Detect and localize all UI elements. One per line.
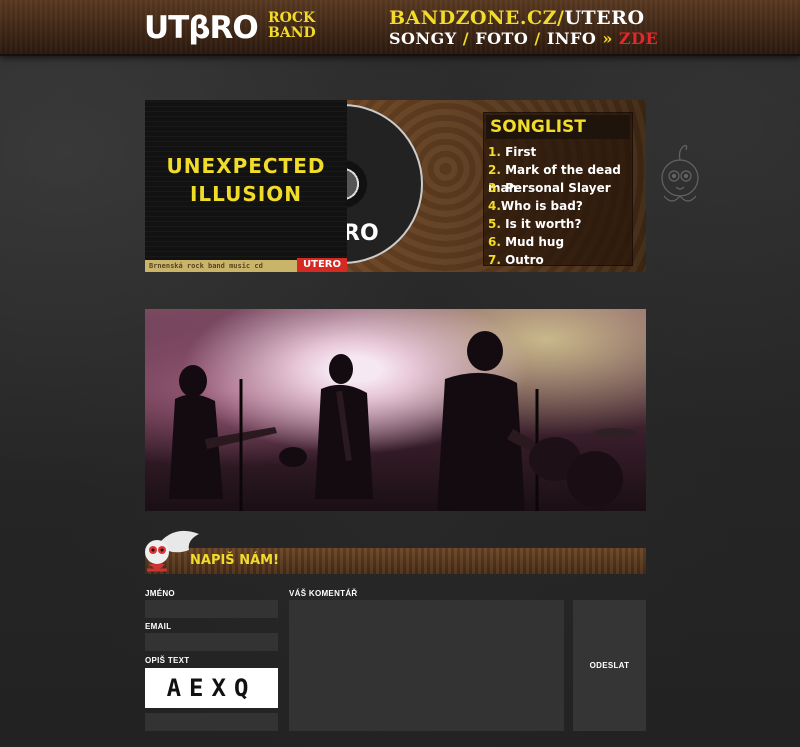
header-links: BANDZONE.CZ/UTERO SONGY / FOTO / INFO » … (389, 7, 658, 49)
song-item[interactable]: 3. Personal Slayer (484, 179, 632, 197)
song-number: 4. (488, 199, 501, 213)
logo-text: UTβRO (144, 10, 259, 46)
song-number: 5. (488, 217, 501, 231)
captcha-input[interactable] (145, 713, 278, 731)
nav-separator: / (462, 29, 470, 48)
site-header: UTβRO ROCK BAND BANDZONE.CZ/UTERO SONGY … (0, 0, 800, 56)
song-item[interactable]: 7. Outro (484, 251, 632, 269)
nav-foto[interactable]: FOTO (475, 29, 528, 48)
email-input[interactable] (145, 633, 278, 651)
captcha-text: AEXQ (166, 674, 257, 702)
song-title: Mud hug (505, 235, 565, 249)
logo-subtitle: ROCK BAND (268, 11, 328, 41)
song-number: 7. (488, 253, 501, 267)
name-label: JMÉNO (145, 589, 175, 598)
album-cover[interactable]: UNEXPECTED ILLUSION Brnenská rock band m… (145, 100, 347, 272)
bandzone-link-prefix: BANDZONE.CZ/ (389, 7, 565, 29)
album-cover-badge: UTERO (297, 258, 347, 272)
song-item[interactable]: 6. Mud hug (484, 233, 632, 251)
name-input[interactable] (145, 600, 278, 618)
songlist-title: SONGLIST (486, 115, 630, 139)
logo-subtitle-rock: ROCK (268, 10, 316, 26)
song-number: 2. (488, 163, 501, 177)
song-number: 6. (488, 235, 501, 249)
song-title: Personal Slayer (505, 181, 611, 195)
song-title: Outro (505, 253, 544, 267)
bandzone-link-suffix: UTERO (564, 7, 645, 29)
album-cover-title-line1: UNEXPECTED (166, 154, 326, 178)
nav-zde[interactable]: ZDE (619, 29, 658, 48)
song-number: 3. (488, 181, 501, 195)
song-item[interactable]: 5. Is it worth? (484, 215, 632, 233)
nav-arrow: » (602, 29, 613, 48)
comment-textarea[interactable] (289, 600, 564, 731)
nav-songy[interactable]: SONGY (389, 29, 457, 48)
submit-button[interactable]: ODESLAT (573, 600, 646, 731)
nav-separator: / (534, 29, 541, 48)
logo-subtitle-band: BAND (268, 25, 316, 41)
bandzone-link[interactable]: BANDZONE.CZ/UTERO (389, 7, 658, 29)
song-item[interactable]: 4.Who is bad? (484, 197, 632, 215)
comment-label: VÁŠ KOMENTÁŘ (289, 589, 358, 598)
song-item[interactable]: 2. Mark of the dead man (484, 161, 632, 195)
contact-title: NAPIŠ NÁM! (190, 553, 280, 568)
song-title: Is it worth? (505, 217, 582, 231)
captcha-label: OPIŠ TEXT (145, 656, 190, 665)
album-cover-title: UNEXPECTED ILLUSION (145, 152, 347, 208)
email-label: EMAIL (145, 622, 172, 631)
album-panel: RO UNEXPECTED ILLUSION Brnenská rock ban… (145, 100, 646, 272)
header-nav: SONGY / FOTO / INFO » ZDE (389, 29, 658, 49)
band-photo-silhouettes (169, 331, 637, 511)
band-photo (145, 309, 646, 511)
album-cover-strip-text: Brnenská rock band music cd (149, 262, 263, 270)
song-item[interactable]: 1. First (484, 143, 632, 161)
song-title: Who is bad? (500, 199, 583, 213)
nav-info[interactable]: INFO (547, 29, 596, 48)
song-title: First (505, 145, 537, 159)
album-cover-title-line2: ILLUSION (189, 182, 303, 206)
doodle-creature-illustration (661, 144, 699, 202)
song-number: 1. (488, 145, 501, 159)
cd-disc-label: RO (343, 221, 379, 246)
captcha-image: AEXQ (145, 668, 278, 708)
songlist: SONGLIST 1. First 2. Mark of the dead ma… (483, 112, 633, 269)
